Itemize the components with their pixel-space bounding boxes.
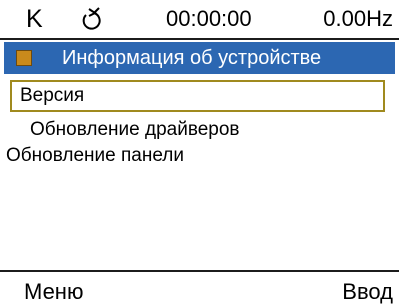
frequency-display: 0.00Hz — [323, 6, 393, 31]
control-mode-indicator: K — [26, 5, 43, 33]
status-divider — [0, 38, 399, 40]
menu-title: Информация об устройстве — [62, 47, 322, 69]
menu-softkey[interactable]: Меню — [24, 277, 83, 307]
softkey-bar: Меню Ввод — [0, 270, 399, 304]
rotation-arrow-icon — [82, 7, 101, 30]
time-display: 00:00:00 — [166, 6, 252, 31]
square-icon — [16, 50, 32, 66]
enter-softkey[interactable]: Ввод — [342, 277, 393, 307]
menu-item-driver-update[interactable]: Обновление драйверов — [30, 117, 240, 143]
device-screen: K 00:00:00 0.00Hz Информация об устройст… — [0, 0, 399, 304]
status-bar: K 00:00:00 0.00Hz — [0, 0, 399, 38]
menu-item-version[interactable]: Версия — [10, 80, 385, 112]
menu-header: Информация об устройстве — [4, 42, 395, 74]
menu-item-panel-update[interactable]: Обновление панели — [6, 143, 184, 169]
